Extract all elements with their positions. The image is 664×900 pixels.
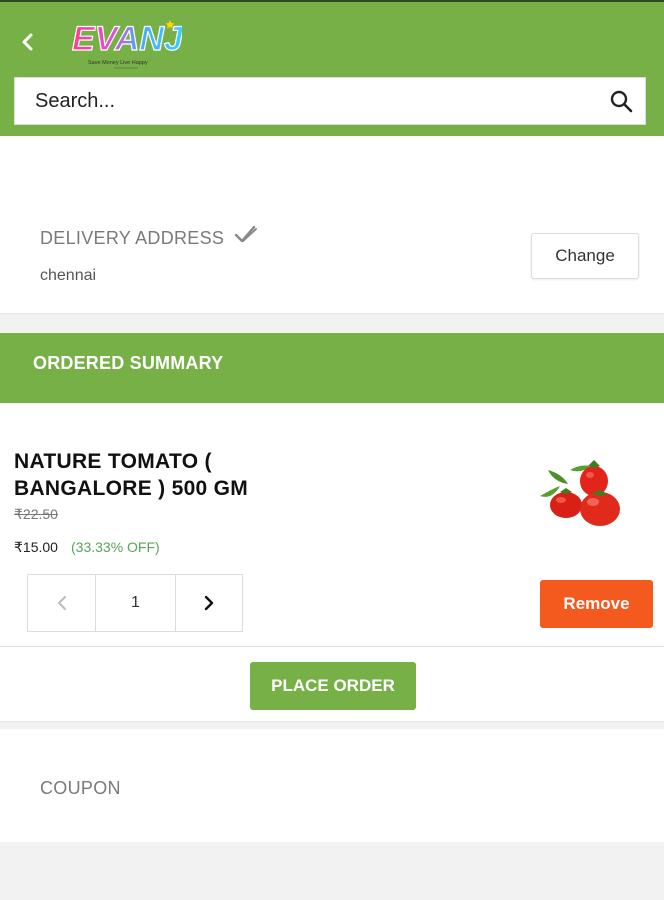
change-address-button[interactable]: Change <box>531 233 639 279</box>
delivery-address-value: chennai <box>40 267 97 284</box>
search-icon[interactable] <box>609 89 633 113</box>
search-input[interactable] <box>35 78 605 124</box>
chevron-left-icon <box>57 596 66 610</box>
check-icon <box>234 224 260 246</box>
sale-price: ₹15.00 <box>14 539 58 555</box>
product-name[interactable]: NATURE TOMATO ( BANGALORE ) 500 GM <box>14 448 314 502</box>
chevron-left-icon <box>22 33 33 51</box>
place-order-panel: PLACE ORDER <box>0 646 664 722</box>
svg-text:Save Money Live Happy: Save Money Live Happy <box>88 60 148 66</box>
search-bar <box>14 77 646 125</box>
original-price: ₹22.50 <box>14 506 58 522</box>
coupon-panel[interactable]: COUPON <box>0 729 664 842</box>
brand-logo[interactable]: EVANJ Save Money Live Happy <box>70 14 185 72</box>
decrease-quantity-button[interactable] <box>28 575 96 631</box>
coupon-title: COUPON <box>40 778 121 798</box>
app-header: EVANJ Save Money Live Happy <box>0 0 664 136</box>
cart-item: NATURE TOMATO ( BANGALORE ) 500 GM ₹22.5… <box>0 404 664 646</box>
chevron-right-icon <box>204 595 214 611</box>
ordered-summary-header: ORDERED SUMMARY <box>0 333 664 403</box>
svg-text:EVANJ: EVANJ <box>72 20 182 58</box>
tomato-icon[interactable] <box>530 456 630 536</box>
increase-quantity-button[interactable] <box>176 575 242 631</box>
place-order-button[interactable]: PLACE ORDER <box>250 662 416 710</box>
quantity-stepper: 1 <box>27 574 243 632</box>
delivery-address-title: DELIVERY ADDRESS <box>40 228 225 248</box>
discount-badge: (33.33% OFF) <box>71 539 160 555</box>
ordered-summary-title: ORDERED SUMMARY <box>33 353 224 373</box>
quantity-value[interactable]: 1 <box>96 575 176 631</box>
delivery-address-panel: DELIVERY ADDRESS chennai Change <box>0 136 664 314</box>
remove-item-button[interactable]: Remove <box>540 580 653 628</box>
back-button[interactable] <box>14 28 42 56</box>
